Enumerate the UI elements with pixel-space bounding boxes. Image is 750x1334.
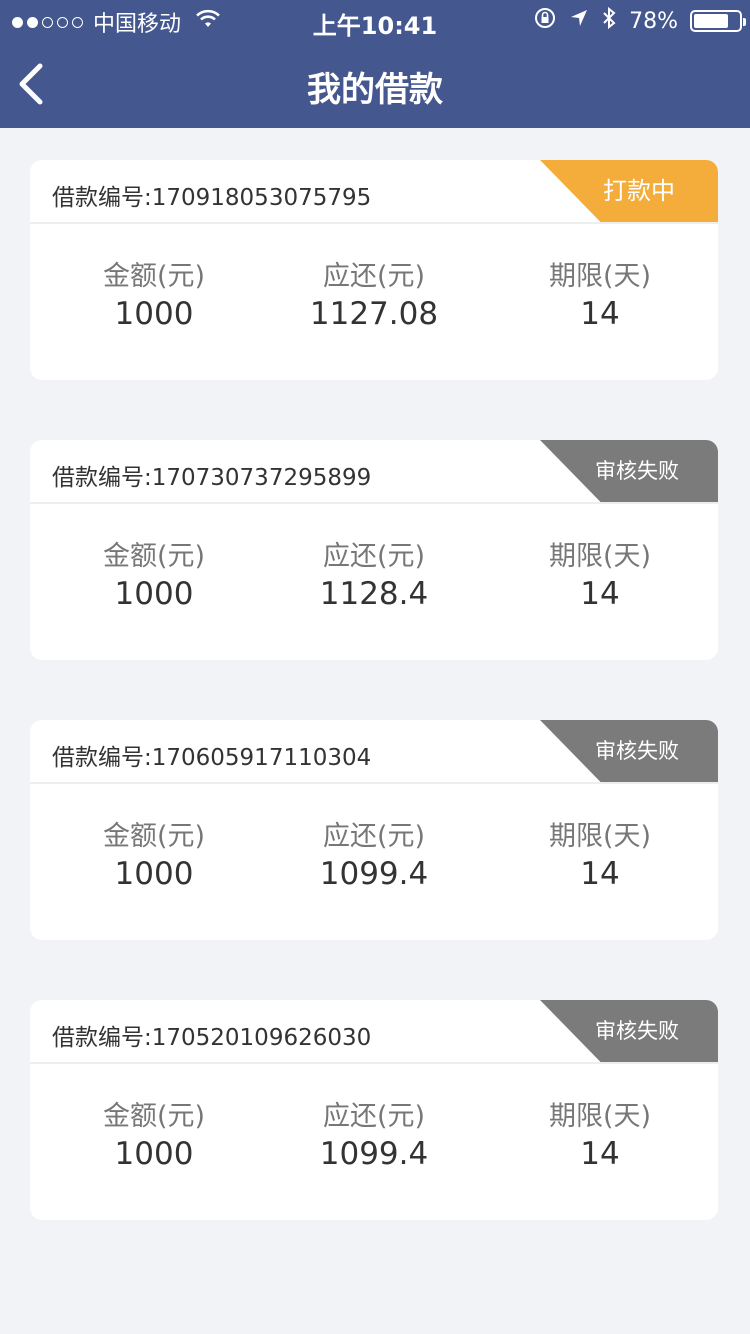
amount-label: 金额(元) xyxy=(102,261,206,292)
repay-label: 应还(元) xyxy=(322,821,426,852)
term-value: 14 xyxy=(580,576,620,612)
term-label: 期限(天) xyxy=(548,1101,652,1132)
status-badge-label: 打款中 xyxy=(603,177,675,205)
loan-number: 借款编号:170918053075795 xyxy=(52,185,372,211)
repay-value: 1127.08 xyxy=(309,296,439,332)
battery-icon xyxy=(690,10,746,32)
app-header: 中国移动 上午10:41 78% 我的借款 xyxy=(0,0,750,128)
term-label: 期限(天) xyxy=(548,541,652,572)
loan-number: 借款编号:170730737295899 xyxy=(52,465,372,491)
amount-label: 金额(元) xyxy=(102,821,206,852)
loan-card-body: 金额(元) 1000 应还(元) 1127.08 期限(天) 14 xyxy=(30,224,718,380)
term-column: 期限(天) 14 xyxy=(490,534,710,612)
amount-value: 1000 xyxy=(114,1136,194,1172)
repay-label: 应还(元) xyxy=(322,261,426,292)
battery-percent: 78% xyxy=(629,8,678,34)
location-icon xyxy=(569,8,589,34)
loan-card[interactable]: 借款编号:170730737295899 审核失败 金额(元) 1000 应还(… xyxy=(30,440,718,660)
amount-value: 1000 xyxy=(114,296,194,332)
loan-number: 借款编号:170520109626030 xyxy=(52,1025,372,1051)
loan-card-header: 借款编号:170605917110304 审核失败 xyxy=(30,720,718,784)
loan-number: 借款编号:170605917110304 xyxy=(52,745,372,771)
amount-value: 1000 xyxy=(114,576,194,612)
bluetooth-icon xyxy=(601,6,617,36)
status-bar: 中国移动 上午10:41 78% xyxy=(0,0,750,40)
loan-card-header: 借款编号:170520109626030 审核失败 xyxy=(30,1000,718,1064)
amount-column: 金额(元) 1000 xyxy=(44,814,264,892)
repay-value: 1099.4 xyxy=(319,1136,429,1172)
loan-card-header: 借款编号:170918053075795 打款中 xyxy=(30,160,718,224)
status-right: 78% xyxy=(533,6,746,36)
amount-value: 1000 xyxy=(114,856,194,892)
repay-column: 应还(元) 1128.4 xyxy=(264,534,484,612)
loan-card-body: 金额(元) 1000 应还(元) 1128.4 期限(天) 14 xyxy=(30,504,718,660)
term-column: 期限(天) 14 xyxy=(490,254,710,332)
repay-label: 应还(元) xyxy=(322,541,426,572)
loan-list: 借款编号:170918053075795 打款中 金额(元) 1000 应还(元… xyxy=(30,160,718,1280)
term-value: 14 xyxy=(580,856,620,892)
repay-label: 应还(元) xyxy=(322,1101,426,1132)
loan-card-body: 金额(元) 1000 应还(元) 1099.4 期限(天) 14 xyxy=(30,1064,718,1220)
loan-card[interactable]: 借款编号:170605917110304 审核失败 金额(元) 1000 应还(… xyxy=(30,720,718,940)
loan-card-header: 借款编号:170730737295899 审核失败 xyxy=(30,440,718,504)
loan-card[interactable]: 借款编号:170918053075795 打款中 金额(元) 1000 应还(元… xyxy=(30,160,718,380)
loan-card[interactable]: 借款编号:170520109626030 审核失败 金额(元) 1000 应还(… xyxy=(30,1000,718,1220)
amount-column: 金额(元) 1000 xyxy=(44,254,264,332)
amount-label: 金额(元) xyxy=(102,541,206,572)
status-badge: 审核失败 xyxy=(540,440,718,502)
status-badge: 审核失败 xyxy=(540,720,718,782)
status-badge-label: 审核失败 xyxy=(595,1019,679,1043)
repay-column: 应还(元) 1099.4 xyxy=(264,814,484,892)
term-column: 期限(天) 14 xyxy=(490,1094,710,1172)
repay-column: 应还(元) 1127.08 xyxy=(264,254,484,332)
status-badge-label: 审核失败 xyxy=(595,459,679,483)
term-value: 14 xyxy=(580,1136,620,1172)
page-title: 我的借款 xyxy=(307,70,443,110)
amount-label: 金额(元) xyxy=(102,1101,206,1132)
repay-column: 应还(元) 1099.4 xyxy=(264,1094,484,1172)
status-badge-label: 审核失败 xyxy=(595,739,679,763)
repay-value: 1128.4 xyxy=(319,576,429,612)
status-badge: 打款中 xyxy=(540,160,718,222)
term-label: 期限(天) xyxy=(548,261,652,292)
term-label: 期限(天) xyxy=(548,821,652,852)
loan-card-body: 金额(元) 1000 应还(元) 1099.4 期限(天) 14 xyxy=(30,784,718,940)
repay-value: 1099.4 xyxy=(319,856,429,892)
term-value: 14 xyxy=(580,296,620,332)
status-badge: 审核失败 xyxy=(540,1000,718,1062)
term-column: 期限(天) 14 xyxy=(490,814,710,892)
amount-column: 金额(元) 1000 xyxy=(44,534,264,612)
rotation-lock-icon xyxy=(533,6,557,36)
battery-level xyxy=(694,14,728,28)
amount-column: 金额(元) 1000 xyxy=(44,1094,264,1172)
